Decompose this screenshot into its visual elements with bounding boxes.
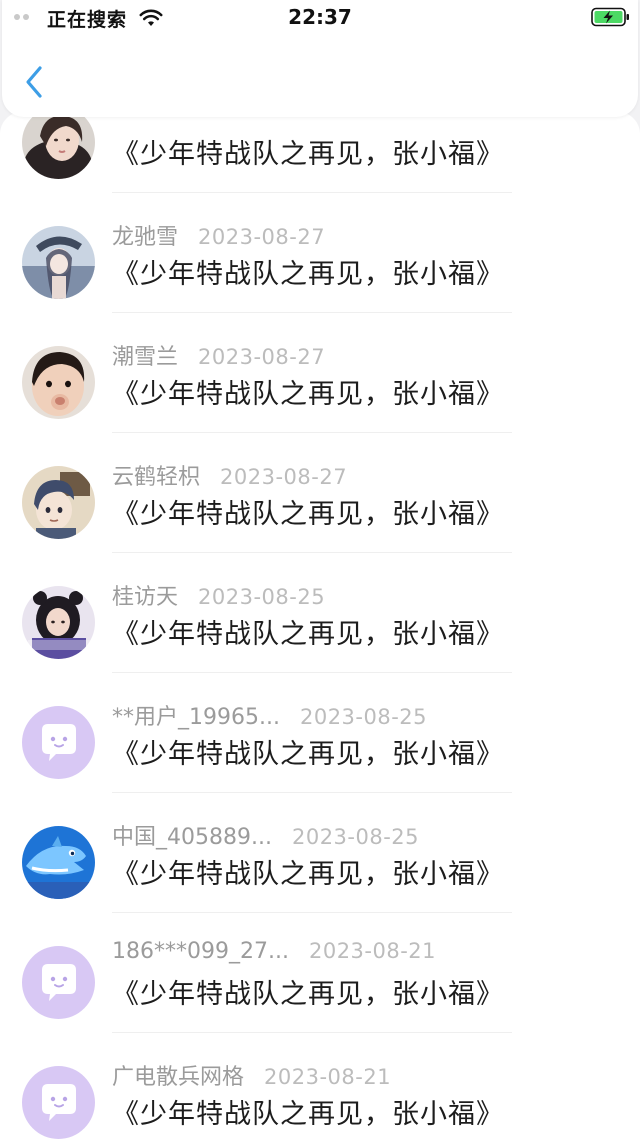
avatar[interactable] [22, 466, 95, 539]
user-name: **用户_19965... [112, 705, 280, 730]
comment-date: 2023-08-21 [308, 939, 437, 963]
user-name: 186***099_27... [112, 939, 289, 964]
comment-date: 2023-08-25 [291, 825, 420, 849]
avatar[interactable] [22, 346, 95, 419]
comment-date: 2023-08-27 [198, 225, 326, 249]
chevron-left-icon [26, 66, 42, 98]
divider [112, 312, 512, 313]
avatar[interactable] [22, 586, 95, 659]
movie-title: 《少年特战队之再见，张小福》 [112, 1099, 504, 1130]
divider [112, 552, 512, 553]
list-card: 《少年特战队之再见，张小福》 龙驰雪 2023-08-27 《少年特战队之再见，张小福… [0, 112, 640, 1140]
clock-time: 22:37 [288, 5, 352, 29]
avatar[interactable] [22, 826, 95, 899]
comment-date: 2023-08-27 [220, 465, 348, 489]
user-name: 潮雪兰 [112, 345, 179, 370]
avatar[interactable] [22, 1066, 95, 1139]
divider [112, 792, 512, 793]
avatar[interactable] [22, 946, 95, 1019]
item-meta: 广电散兵网格 2023-08-21 [112, 1059, 392, 1090]
user-name: 龙驰雪 [112, 225, 179, 250]
movie-title: 《少年特战队之再见，张小福》 [112, 259, 504, 290]
comment-date: 2023-08-27 [198, 345, 326, 369]
list-item[interactable]: 中国_405889... 2023-08-25 《少年特战队之再见，张小福》 [0, 803, 640, 923]
user-name: 中国_405889... [112, 825, 272, 850]
comment-date: 2023-08-21 [264, 1065, 392, 1089]
avatar[interactable] [22, 706, 95, 779]
list-item[interactable]: **用户_19965... 2023-08-25 《少年特战队之再见，张小福》 [0, 683, 640, 803]
movie-title: 《少年特战队之再见，张小福》 [112, 139, 504, 170]
movie-title: 《少年特战队之再见，张小福》 [112, 619, 504, 650]
divider [112, 1032, 512, 1033]
back-button[interactable] [18, 62, 50, 102]
list-item[interactable]: 广电散兵网格 2023-08-21 《少年特战队之再见，张小福》 [0, 1043, 640, 1140]
user-name: 云鹤轻枳 [112, 465, 201, 490]
comment-date: 2023-08-25 [299, 705, 428, 729]
list-item[interactable]: 潮雪兰 2023-08-27 《少年特战队之再见，张小福》 [0, 323, 640, 443]
user-name: 广电散兵网格 [112, 1065, 245, 1090]
movie-title: 《少年特战队之再见，张小福》 [112, 979, 504, 1010]
movie-title: 《少年特战队之再见，张小福》 [112, 739, 504, 770]
item-meta: 龙驰雪 2023-08-27 [112, 219, 326, 250]
item-meta: 186***099_27... 2023-08-21 [112, 939, 436, 969]
list-item[interactable]: 龙驰雪 2023-08-27 《少年特战队之再见，张小福》 [0, 203, 640, 323]
battery-charging-icon [591, 7, 629, 27]
movie-title: 《少年特战队之再见，张小福》 [112, 379, 504, 410]
user-name: 桂访天 [112, 585, 179, 610]
item-meta: **用户_19965... 2023-08-25 [112, 699, 428, 730]
list-item[interactable]: 《少年特战队之再见，张小福》 [0, 112, 640, 203]
divider [112, 432, 512, 433]
divider [112, 912, 512, 913]
list-item[interactable]: 桂访天 2023-08-25 《少年特战队之再见，张小福》 [0, 563, 640, 683]
divider [112, 192, 512, 193]
item-meta: 云鹤轻枳 2023-08-27 [112, 459, 348, 490]
avatar[interactable] [22, 226, 95, 299]
divider [112, 672, 512, 673]
movie-title: 《少年特战队之再见，张小福》 [112, 499, 504, 530]
item-meta: 潮雪兰 2023-08-27 [112, 339, 326, 370]
item-meta: 桂访天 2023-08-25 [112, 579, 326, 610]
item-meta: 中国_405889... 2023-08-25 [112, 819, 420, 850]
movie-title: 《少年特战队之再见，张小福》 [112, 859, 504, 890]
list-item[interactable]: 186***099_27... 2023-08-21 《少年特战队之再见，张小福》 [0, 923, 640, 1043]
comment-list-page: 《少年特战队之再见，张小福》 龙驰雪 2023-08-27 《少年特战队之再见，张小福… [0, 0, 640, 1140]
comment-date: 2023-08-25 [198, 585, 326, 609]
status-bar: 正在搜索 22:37 [0, 0, 640, 36]
avatar[interactable] [22, 112, 95, 179]
list-item[interactable]: 云鹤轻枳 2023-08-27 《少年特战队之再见，张小福》 [0, 443, 640, 563]
